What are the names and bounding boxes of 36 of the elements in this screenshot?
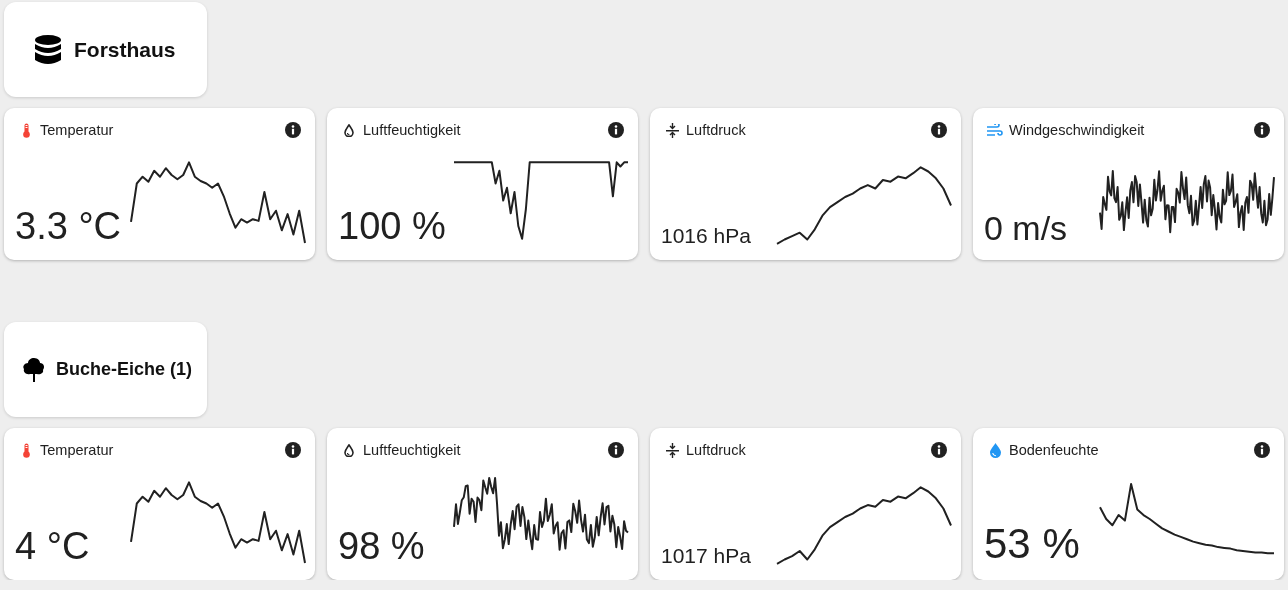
sensor-value: 98 % bbox=[338, 525, 425, 568]
sensor-label: Temperatur bbox=[40, 442, 115, 458]
drop-icon bbox=[344, 123, 354, 137]
info-icon[interactable] bbox=[608, 442, 624, 458]
info-icon[interactable] bbox=[931, 122, 947, 138]
database-icon bbox=[34, 34, 62, 65]
thermometer-icon bbox=[21, 442, 31, 458]
sensor-value: 1016 hPa bbox=[661, 224, 751, 248]
sensor-label: Luftdruck bbox=[686, 442, 747, 458]
info-icon[interactable] bbox=[285, 122, 301, 138]
pressure-icon bbox=[665, 122, 679, 138]
sensor-label: Luftdruck bbox=[686, 122, 747, 138]
water-drop-icon bbox=[988, 442, 1002, 458]
group-title: Forsthaus bbox=[74, 37, 176, 62]
sensor-label: Temperatur bbox=[40, 122, 115, 138]
info-icon[interactable] bbox=[608, 122, 624, 138]
sensor-label: Luftfeuchtigkeit bbox=[363, 122, 462, 138]
sensor-label: Luftfeuchtigkeit bbox=[363, 442, 462, 458]
info-icon[interactable] bbox=[1254, 122, 1270, 138]
info-icon[interactable] bbox=[1254, 442, 1270, 458]
info-icon[interactable] bbox=[285, 442, 301, 458]
wind-icon bbox=[987, 123, 1003, 137]
sensor-value: 4 °C bbox=[15, 525, 90, 568]
sensor-value: 53 % bbox=[984, 520, 1080, 568]
sensor-value: 1017 hPa bbox=[661, 544, 751, 568]
sensor-label: Bodenfeuchte bbox=[1009, 442, 1100, 458]
tree-icon bbox=[22, 356, 46, 383]
sensor-value: 100 % bbox=[338, 205, 446, 248]
drop-icon bbox=[344, 443, 354, 457]
pressure-icon bbox=[665, 442, 679, 458]
sensor-label: Windgeschwindigkeit bbox=[1009, 122, 1146, 138]
sensor-value: 3.3 °C bbox=[15, 205, 122, 248]
info-icon[interactable] bbox=[931, 442, 947, 458]
sensor-value: 0 m/s bbox=[984, 209, 1068, 248]
thermometer-icon bbox=[21, 122, 31, 138]
group-title: Buche-Eiche (1) bbox=[56, 359, 193, 380]
